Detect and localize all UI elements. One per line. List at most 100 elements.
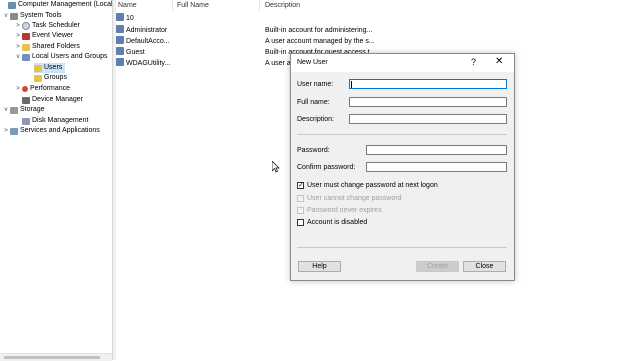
services-icon <box>10 127 18 135</box>
confirm-password-field[interactable] <box>366 162 507 172</box>
column-header-full-name[interactable]: Full Name <box>177 0 209 12</box>
must-change-password-checkbox[interactable]: ✓ User must change password at next logo… <box>297 182 438 189</box>
account-disabled-checkbox[interactable]: Account is disabled <box>297 219 367 226</box>
divider <box>297 247 507 248</box>
mouse-pointer-icon <box>272 161 280 173</box>
description-field[interactable] <box>349 114 507 124</box>
local-users-groups-icon <box>22 53 30 61</box>
folder-icon <box>34 74 42 82</box>
chevron-right-icon[interactable]: > <box>14 21 22 31</box>
checkbox-box <box>297 195 304 202</box>
list-item[interactable]: Administrator <box>116 25 167 36</box>
tree-item-disk-management[interactable]: Disk Management <box>22 116 88 126</box>
tree-item-system-tools[interactable]: v System Tools <box>2 11 62 21</box>
chevron-down-icon[interactable]: v <box>2 11 10 21</box>
tree-item-label: Users <box>44 64 63 71</box>
user-name-cell: DefaultAcco... <box>126 38 170 45</box>
password-label: Password: <box>297 147 330 154</box>
full-name-label: Full name: <box>297 99 330 106</box>
chevron-right-icon[interactable]: > <box>14 42 22 52</box>
password-never-expires-checkbox: Password never expires <box>297 207 382 214</box>
tree-item-label: Device Manager <box>32 96 83 103</box>
tree-item-label: Computer Management (Local <box>18 1 113 8</box>
user-icon <box>116 25 124 33</box>
tree-item-label: System Tools <box>20 12 62 19</box>
user-name-label: User name: <box>297 81 334 88</box>
tree-item-computer-management[interactable]: Computer Management (Local <box>0 0 113 10</box>
event-viewer-icon <box>22 32 30 40</box>
dialog-title: New User <box>297 59 328 66</box>
user-name-cell: Administrator <box>126 27 168 34</box>
list-item[interactable]: Guest <box>116 47 145 58</box>
user-description-cell: Built-in account for administering... <box>265 27 373 34</box>
computer-icon <box>8 1 16 9</box>
text-caret <box>351 81 352 88</box>
checkmark-icon[interactable]: ✓ <box>297 182 304 189</box>
tree-item-label: Local Users and Groups <box>32 53 108 60</box>
tree-item-storage[interactable]: v Storage <box>2 105 45 115</box>
tree-item-task-scheduler[interactable]: > Task Scheduler <box>14 21 80 31</box>
list-item[interactable]: 10 <box>116 13 134 24</box>
chevron-right-icon[interactable]: > <box>14 84 22 94</box>
tree-item-label: Services and Applications <box>20 127 100 134</box>
tree-item-label: Groups <box>44 74 67 81</box>
user-name-cell: WDAGUtility... <box>126 60 171 67</box>
dialog-title-bar[interactable]: New User ? ✕ <box>291 54 514 72</box>
tree-item-performance[interactable]: > Performance <box>14 84 70 94</box>
chevron-right-icon[interactable]: > <box>14 31 22 41</box>
column-header-description[interactable]: Description <box>265 0 300 12</box>
user-icon <box>116 47 124 55</box>
column-divider[interactable] <box>172 1 173 11</box>
tree-item-groups[interactable]: Groups <box>34 73 67 83</box>
performance-icon <box>22 86 28 92</box>
tree-item-device-manager[interactable]: Device Manager <box>22 95 83 105</box>
user-description-cell: A user account managed by the s... <box>265 38 375 45</box>
cannot-change-password-checkbox: User cannot change password <box>297 195 402 202</box>
help-button[interactable]: Help <box>298 261 341 272</box>
chevron-down-icon[interactable]: v <box>2 105 10 115</box>
close-icon[interactable]: ✕ <box>495 56 503 67</box>
help-icon[interactable]: ? <box>471 57 476 67</box>
checkbox-box[interactable] <box>297 219 304 226</box>
create-button: Create <box>416 261 459 272</box>
user-icon <box>116 13 124 21</box>
user-name-cell: Guest <box>126 49 145 56</box>
checkbox-label: Password never expires <box>307 207 382 214</box>
tree-item-label: Event Viewer <box>32 32 74 39</box>
tree-item-label: Disk Management <box>32 117 89 124</box>
column-header-name[interactable]: Name <box>118 0 137 12</box>
checkbox-label: User must change password at next logon <box>307 182 438 189</box>
tree-item-label: Task Scheduler <box>32 22 80 29</box>
chevron-right-icon[interactable]: > <box>2 126 10 136</box>
shared-folders-icon <box>22 43 30 51</box>
user-name-field[interactable] <box>349 79 507 89</box>
list-item[interactable]: WDAGUtility... <box>116 58 170 69</box>
list-item[interactable]: DefaultAcco... <box>116 36 170 47</box>
tree-item-label: Shared Folders <box>32 43 80 50</box>
user-icon <box>116 36 124 44</box>
password-field[interactable] <box>366 145 507 155</box>
new-user-dialog: New User ? ✕ User name: Full name: Descr… <box>290 53 515 281</box>
tree-item-event-viewer[interactable]: > Event Viewer <box>14 31 73 41</box>
tree-item-shared-folders[interactable]: > Shared Folders <box>14 42 80 52</box>
checkbox-label: User cannot change password <box>307 195 402 202</box>
tree-item-services-applications[interactable]: > Services and Applications <box>2 126 100 136</box>
checkbox-label: Account is disabled <box>307 219 368 226</box>
task-scheduler-icon <box>22 22 30 30</box>
system-tools-icon <box>10 12 18 20</box>
tree-item-local-users-groups[interactable]: v Local Users and Groups <box>14 52 107 62</box>
description-label: Description: <box>297 116 334 123</box>
device-manager-icon <box>22 96 30 104</box>
column-divider[interactable] <box>259 1 260 11</box>
tree-item-label: Storage <box>20 106 45 113</box>
chevron-down-icon[interactable]: v <box>14 52 22 62</box>
full-name-field[interactable] <box>349 97 507 107</box>
storage-icon <box>10 106 18 114</box>
confirm-password-label: Confirm password: <box>297 164 356 171</box>
user-name-cell: 10 <box>126 15 134 22</box>
checkbox-box <box>297 207 304 214</box>
user-icon <box>116 58 124 66</box>
close-button[interactable]: Close <box>463 261 506 272</box>
scrollbar-thumb[interactable] <box>4 356 100 359</box>
tree-item-users[interactable]: Users <box>34 63 66 73</box>
